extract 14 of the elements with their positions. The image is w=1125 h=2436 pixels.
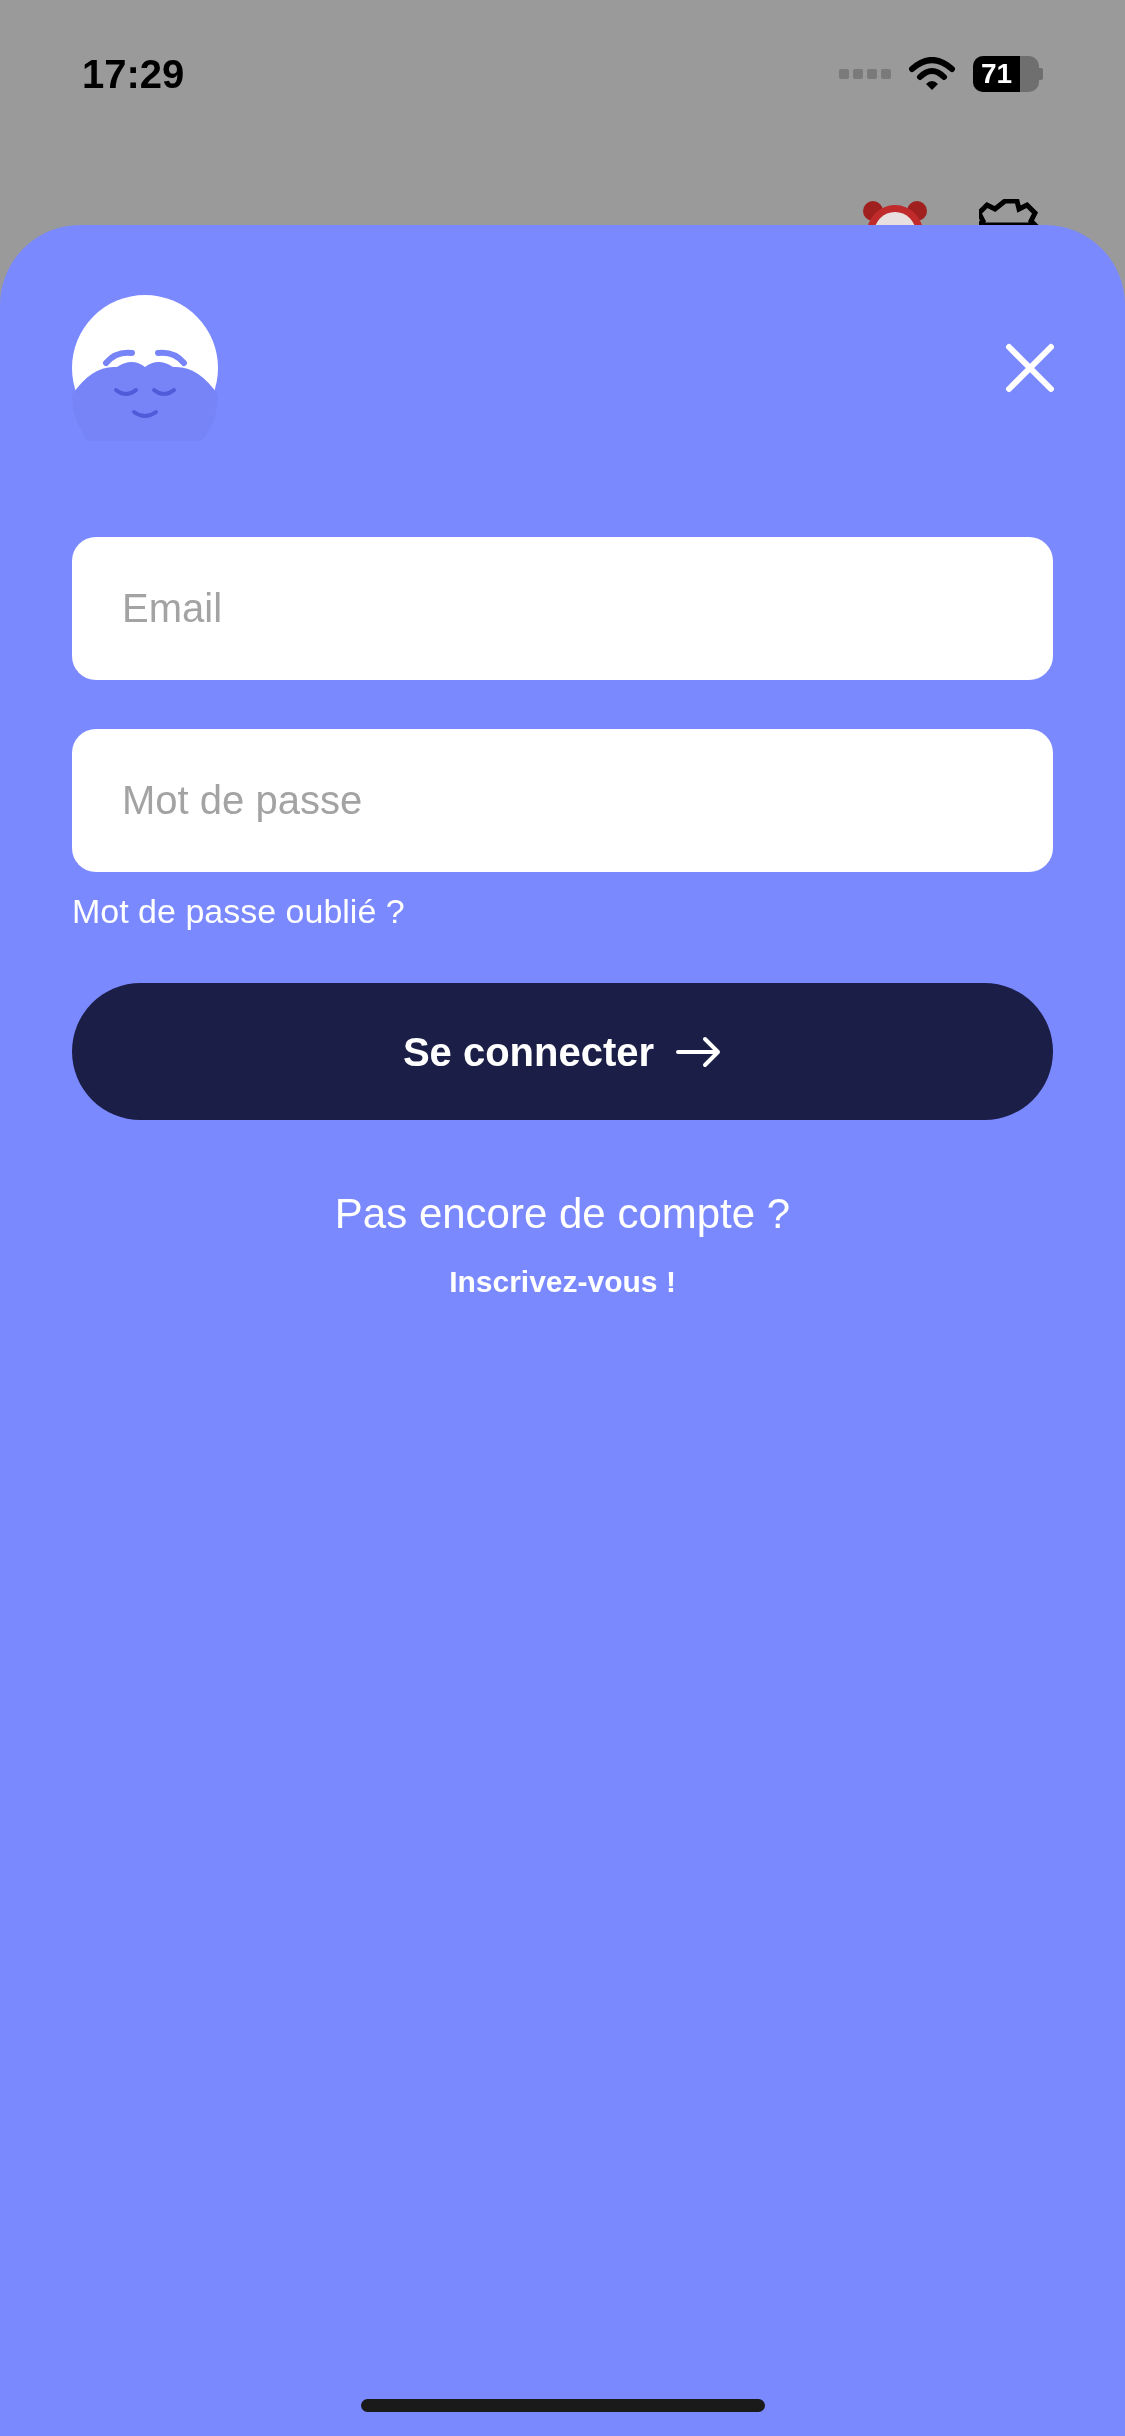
wifi-icon [909,57,955,91]
sleeping-face-logo-icon [72,295,218,441]
signup-link[interactable]: Inscrivez-vous ! [449,1259,676,1304]
email-field[interactable]: Email [72,537,1053,680]
password-field[interactable]: Mot de passe [72,729,1053,872]
login-button[interactable]: Se connecter [72,983,1053,1120]
signal-icon [839,68,891,80]
close-icon [1005,343,1055,393]
forgot-password-link[interactable]: Mot de passe oublié ? [72,892,405,930]
signup-prompt: Pas encore de compte ? [334,1189,791,1239]
battery-level: 71 [980,57,1013,91]
status-time: 17:29 [82,51,185,98]
close-button[interactable] [1003,341,1057,395]
arrow-right-icon [676,1035,723,1068]
